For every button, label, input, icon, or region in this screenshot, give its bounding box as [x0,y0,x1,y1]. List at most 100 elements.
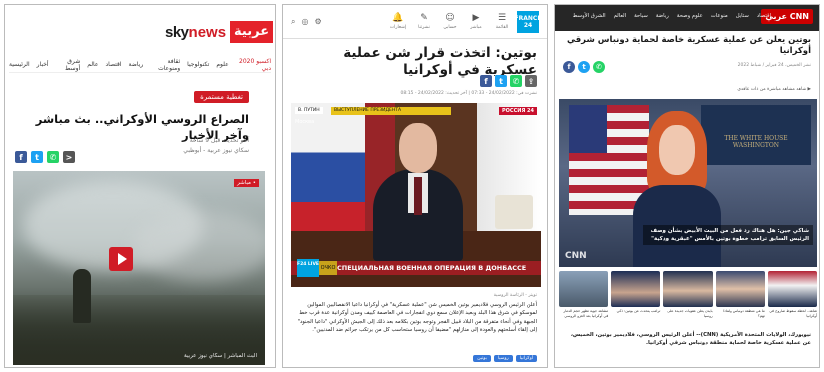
article-body: أعلن الرئيس الروسي فلاديمير بوتين الخميس… [297,302,537,334]
video-player[interactable]: THE WHITE HOUSE WASHINGTON شاكي جين: هل … [559,99,817,267]
notifications-label: إشعارات [389,25,407,30]
nav-item[interactable]: ثقافة ومنوعات [150,58,180,72]
whatsapp-icon[interactable]: ✆ [593,61,605,73]
language-icon[interactable]: ◎ [301,17,308,27]
france24-bug: F24 LIVE [297,259,319,277]
top-ticker: ВЫСТУПЛЕНИЕ ПРЕЗИДЕНТА [331,107,451,115]
logo-arabic-text: عربية [230,21,274,43]
nav-item[interactable]: شرق أوسط [56,58,80,72]
nav-item[interactable]: تكنولوجيا [187,61,209,68]
tag-chip[interactable]: بوتين [473,355,491,362]
menu-icon[interactable]: ☰ القائمة [493,13,511,33]
tag-chip[interactable]: أوكرانيا [515,355,537,362]
related-captions: مشاهد جوية تظهر حجم الدمار في أوكرانيا ب… [559,309,817,319]
nav-item[interactable]: أخبار [37,61,49,68]
live-video-player[interactable]: • مباشر البث المباشر | سكاي نيوز عربية [13,171,265,365]
share-icon[interactable]: ⇪ [525,75,537,87]
bell-icon-glyph: 🔔 [392,13,404,23]
article-body: نيويورك، الولايات المتحدة الأمريكية (CNN… [570,332,811,347]
logo-sky-text: sky [165,23,189,41]
thumbnail-caption[interactable]: شاهد.. لحظة سقوط صاروخ في أوكرانيا [768,309,817,319]
thumbnail-caption[interactable]: ما هي منطقة دونباس ولماذا تهم؟ [716,309,765,319]
settings-icon[interactable]: ⚙ [314,17,321,27]
nav-item[interactable]: اقتصاد [757,13,771,19]
share-icon[interactable]: < [63,151,75,163]
twitter-icon[interactable]: t [578,61,590,73]
account-label: حسابي [443,25,457,30]
channel-logo: РОССИЯ 24 [499,107,537,115]
nav-item[interactable]: رياضة [129,61,144,68]
nav-item[interactable]: الشرق الأوسط [573,13,606,19]
utility-icons: ⚙ ◎ ⌕ [291,17,322,27]
live-label: مباشر [470,25,482,30]
live-icon-glyph: ▶ [472,13,480,23]
video-frame [73,269,91,323]
newsletter-label: نشرتنا [418,25,430,30]
nav-item[interactable]: عالم [87,61,98,68]
watch-link[interactable]: ▶ شاهد مشاهد مباشرة من ذات عاقدي [737,87,811,92]
cnn-watermark: CNN [565,251,587,261]
nav-item[interactable]: الرئيسية [9,61,30,68]
nav-item[interactable]: منوعات [711,13,728,19]
video-thumbnail[interactable] [559,271,609,307]
twitter-icon[interactable]: t [495,75,507,87]
france24-panel: FRANCE 24 ☰ القائمة ▶ مباشر ☺ حسابي ✎ نشرتنا… [282,4,548,368]
video-thumbnail[interactable] [663,271,713,307]
video-player[interactable]: В. ПУТИН ВЫСТУПЛЕНИЕ ПРЕЗИДЕНТА РОССИЯ 2… [291,103,541,287]
lower-third-tag: ОЧКО [319,261,337,275]
location-label: Москва [295,119,315,125]
article-source: سكاي نيوز عربية - أبوظبي [183,147,249,154]
share-bar: ✆ t f [563,61,605,73]
video-frame [133,211,265,281]
share-bar: < ✆ t f [15,151,75,163]
menu-icon-glyph: ☰ [497,13,507,23]
speaker-figure [414,177,422,215]
speaker-figure [659,125,695,175]
video-thumbnail[interactable] [767,271,818,307]
speaker-name-tag: В. ПУТИН [295,107,323,114]
logo-news-text: news [188,23,227,41]
desk-phones [495,195,533,229]
nav-item[interactable]: العالم [614,13,626,19]
sky-news-logo[interactable]: عربية sky news [165,21,274,43]
video-thumbnail[interactable] [611,271,661,307]
nav-item[interactable]: علوم وصحة [677,13,703,19]
nav-item[interactable]: اقتصاد [105,61,121,68]
live-icon[interactable]: ▶ مباشر [467,13,485,33]
main-nav: الشرق الأوسط العالم سياحة رياضة علوم وصح… [573,13,771,19]
nav-item[interactable]: سياحة [634,13,648,19]
updated-time: آخر تحديث قبل 9 ساعة [189,137,249,144]
speaker-figure [399,123,437,173]
account-icon[interactable]: ☺ حسابي [441,13,459,33]
whatsapp-icon[interactable]: ✆ [47,151,59,163]
search-icon[interactable]: ⌕ [291,17,295,27]
video-thumbnail[interactable] [715,271,765,307]
video-caption: شاكي جين: هل هناك رد فعل من البيت الأبيض… [643,225,813,245]
top-icons: ☰ القائمة ▶ مباشر ☺ حسابي ✎ نشرتنا 🔔 إشعارات [389,13,511,33]
coverage-tag[interactable]: تغطية مستمرة [194,91,249,103]
article-byline: نشر الخميس، 24 فبراير / شباط 2022 [737,63,811,68]
whatsapp-icon[interactable]: ✆ [510,75,522,87]
article-headline: بوتين يعلن عن عملية عسكرية خاصة لحماية د… [567,35,811,56]
thumbnail-caption[interactable]: مشاهد جوية تظهر حجم الدمار في أوكرانيا ب… [559,309,608,319]
facebook-icon[interactable]: f [480,75,492,87]
us-flag [569,105,607,153]
account-icon-glyph: ☺ [445,13,455,23]
france24-logo[interactable]: FRANCE 24 [515,11,541,33]
newsletter-icon[interactable]: ✎ نشرتنا [415,13,433,33]
thumbnail-caption[interactable]: بايدن يعلن عقوبات جديدة على روسيا [663,309,712,319]
tag-chip[interactable]: روسيا [493,355,513,362]
nav-item[interactable]: رياضة [656,13,669,19]
facebook-icon[interactable]: f [563,61,575,73]
thumbnail-caption[interactable]: ترامب يتحدث عن بوتين: ذكي [611,309,661,319]
cnn-arabic-panel: CNN عربي الشرق الأوسط العالم سياحة رياضة… [554,4,820,368]
bell-icon[interactable]: 🔔 إشعارات [389,13,407,33]
white-house-sign: THE WHITE HOUSE WASHINGTON [701,105,811,165]
twitter-icon[interactable]: t [31,151,43,163]
facebook-icon[interactable]: f [15,151,27,163]
live-badge: • مباشر [234,179,259,187]
nav-item-expo[interactable]: اكسبو 2020 دبي [236,58,271,72]
play-icon[interactable] [109,247,133,271]
nav-item[interactable]: ستايل [736,13,749,19]
nav-item[interactable]: علوم [216,61,228,68]
